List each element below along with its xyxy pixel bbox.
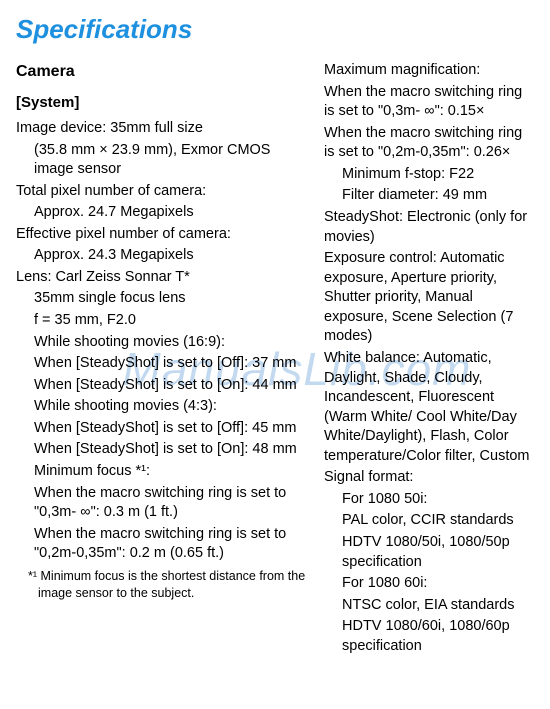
spec-ss-off-43: When [SteadyShot] is set to [Off]: 45 mm bbox=[16, 419, 306, 439]
spec-signal-60i-c: HDTV 1080/60i, 1080/60p specification bbox=[324, 617, 534, 656]
spec-signal-60i-b: NTSC color, EIA standards bbox=[324, 596, 534, 616]
spec-min-focus-1: When the macro switching ring is set to … bbox=[16, 484, 306, 523]
spec-lens-f: f = 35 mm, F2.0 bbox=[16, 311, 306, 331]
spec-image-device-detail: (35.8 mm × 23.9 mm), Exmor CMOS image se… bbox=[16, 141, 306, 180]
spec-ss-off-169: When [SteadyShot] is set to [Off]: 37 mm bbox=[16, 354, 306, 374]
content-columns: Camera [System] Image device: 35mm full … bbox=[16, 61, 534, 658]
spec-signal-50i-b: PAL color, CCIR standards bbox=[324, 511, 534, 531]
spec-steadyshot: SteadyShot: Electronic (only for movies) bbox=[324, 208, 534, 247]
spec-signal-50i-c: HDTV 1080/50i, 1080/50p specification bbox=[324, 533, 534, 572]
spec-lens-label: Lens: Carl Zeiss Sonnar T* bbox=[16, 268, 306, 288]
page-title: Specifications bbox=[16, 12, 534, 47]
spec-max-mag-1: When the macro switching ring is set to … bbox=[324, 83, 534, 122]
spec-max-mag-label: Maximum magnification: bbox=[324, 61, 534, 81]
spec-effective-pixel-value: Approx. 24.3 Megapixels bbox=[16, 246, 306, 266]
spec-lens-focus: 35mm single focus lens bbox=[16, 289, 306, 309]
spec-total-pixel-value: Approx. 24.7 Megapixels bbox=[16, 203, 306, 223]
spec-effective-pixel-label: Effective pixel number of camera: bbox=[16, 225, 306, 245]
spec-image-device: Image device: 35mm full size bbox=[16, 119, 306, 139]
spec-signal-label: Signal format: bbox=[324, 468, 534, 488]
right-column: Maximum magnification: When the macro sw… bbox=[324, 61, 534, 658]
spec-max-mag-2: When the macro switching ring is set to … bbox=[324, 124, 534, 163]
spec-exposure: Exposure control: Automatic exposure, Ap… bbox=[324, 249, 534, 347]
spec-min-focus-2: When the macro switching ring is set to … bbox=[16, 525, 306, 564]
spec-total-pixel-label: Total pixel number of camera: bbox=[16, 182, 306, 202]
spec-min-focus-label: Minimum focus *¹: bbox=[16, 462, 306, 482]
spec-movies-169: While shooting movies (16:9): bbox=[16, 333, 306, 353]
camera-heading: Camera bbox=[16, 61, 306, 83]
spec-min-fstop: Minimum f-stop: F22 bbox=[324, 165, 534, 185]
system-heading: [System] bbox=[16, 93, 306, 113]
spec-ss-on-43: When [SteadyShot] is set to [On]: 48 mm bbox=[16, 440, 306, 460]
left-column: Camera [System] Image device: 35mm full … bbox=[16, 61, 306, 601]
spec-signal-50i-a: For 1080 50i: bbox=[324, 490, 534, 510]
spec-movies-43: While shooting movies (4:3): bbox=[16, 397, 306, 417]
footnote-min-focus: *¹ Minimum focus is the shortest distanc… bbox=[16, 568, 306, 602]
spec-filter: Filter diameter: 49 mm bbox=[324, 186, 534, 206]
spec-white-balance: White balance: Automatic, Daylight, Shad… bbox=[324, 349, 534, 466]
spec-ss-on-169: When [SteadyShot] is set to [On]: 44 mm bbox=[16, 376, 306, 396]
spec-signal-60i-a: For 1080 60i: bbox=[324, 574, 534, 594]
